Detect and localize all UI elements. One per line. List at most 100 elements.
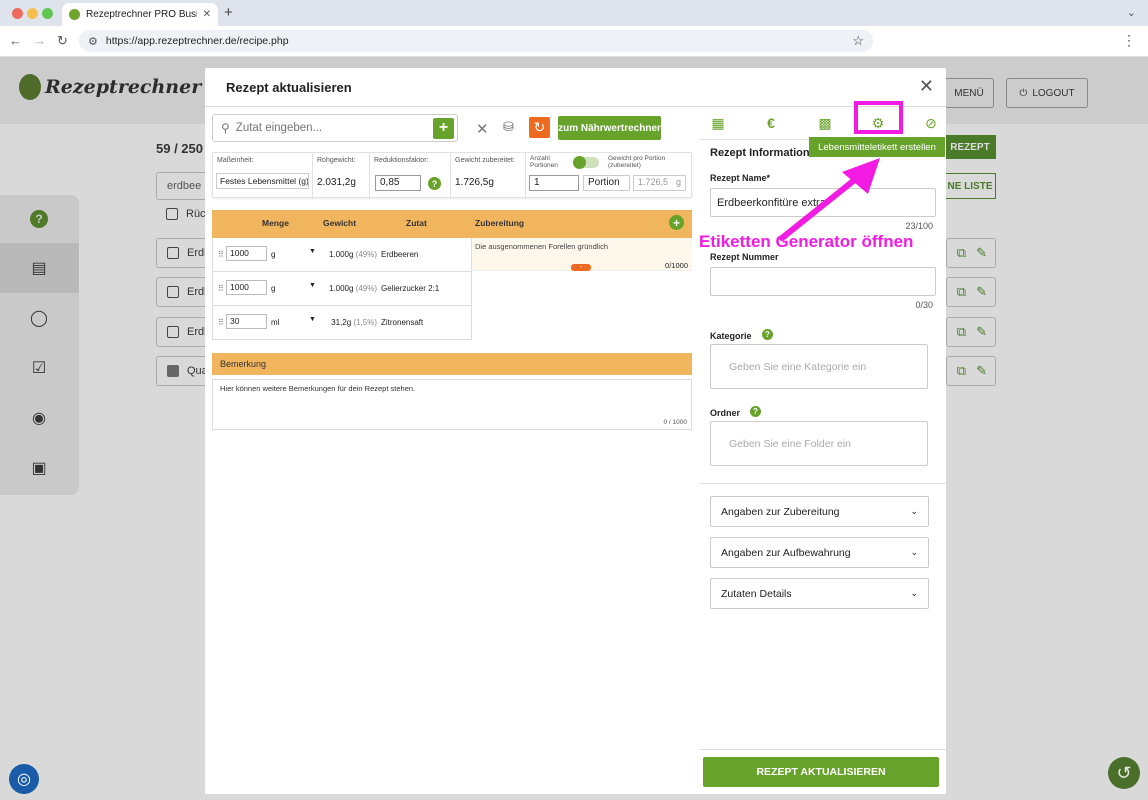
browser-tab[interactable]: Rezeptrechner PRO Business ✕ — [62, 3, 218, 26]
naehrwert-button[interactable]: zum Nährwertrechner — [558, 116, 661, 140]
unit-dropdown-icon[interactable]: ▼ — [309, 282, 316, 289]
portion-weight-value: 1.726,5 — [638, 177, 669, 187]
help-icon[interactable]: ? — [750, 406, 761, 417]
fingerprint-icon[interactable]: ◎ — [9, 764, 39, 794]
weight-percent: (49%) — [355, 284, 377, 293]
address-bar[interactable]: ⚙ https://app.rezeptrechner.de/recipe.ph… — [79, 30, 873, 52]
recipes-icon[interactable]: ▤ — [28, 257, 50, 279]
bemerkung-textarea[interactable]: Hier können weitere Bemerkungen für dein… — [212, 379, 692, 430]
reload-icon[interactable]: ↻ — [57, 33, 68, 49]
edit-icon[interactable]: ✎ — [976, 245, 987, 261]
row-checkbox[interactable] — [167, 286, 179, 298]
edit-icon[interactable]: ✎ — [976, 284, 987, 300]
new-tab-icon[interactable]: + — [224, 4, 233, 21]
unit-dropdown-icon[interactable]: ▼ — [309, 316, 316, 323]
category-label: Kategorie — [710, 331, 752, 341]
reduktion-input[interactable]: 0,85 — [375, 175, 421, 191]
row-checkbox[interactable] — [167, 247, 179, 259]
list-button[interactable]: NE LISTE — [944, 173, 996, 199]
col-gewicht: Gewicht — [323, 218, 357, 228]
ingredients-pane: ⚲ + ✕ ⛁ ↻ zum Nährwertrechner Maßeinheit… — [205, 107, 699, 794]
site-settings-icon[interactable]: ⚙ — [88, 35, 98, 48]
minimize-window-dot[interactable] — [27, 8, 38, 19]
table-row: ⠿ 1000 g ▼ 1.000g (49%) Gelierzucker 2:1 — [213, 272, 471, 306]
browser-tabbar: Rezeptrechner PRO Business ✕ + ⌄ — [0, 0, 1148, 26]
tab-allergen-icon[interactable]: ⊘ — [920, 113, 942, 133]
refresh-icon[interactable]: ↺ — [1108, 757, 1140, 789]
add-ingredient-button[interactable]: + — [433, 117, 454, 139]
weight-text: 1.000g (49%) — [325, 250, 377, 259]
database-icon[interactable]: ⛁ — [503, 119, 514, 135]
help-icon[interactable]: ? — [28, 208, 50, 230]
help-icon[interactable]: ? — [428, 177, 441, 190]
portion-toggle[interactable] — [573, 156, 599, 169]
collapse-step-button[interactable]: - — [571, 264, 591, 271]
bookmark-star-icon[interactable]: ☆ — [852, 33, 864, 49]
maximize-window-dot[interactable] — [42, 8, 53, 19]
drag-handle-icon[interactable]: ⠿ — [218, 250, 224, 259]
tab-qr-code-icon[interactable]: ▩ — [814, 113, 836, 133]
dish-icon[interactable]: ◉ — [28, 407, 50, 429]
table-row[interactable]: Erdl — [156, 238, 208, 268]
category-input[interactable]: Geben Sie eine Kategorie ein — [710, 344, 928, 389]
user-icon[interactable]: ◯ — [28, 307, 50, 329]
amount-input[interactable]: 1000 — [226, 280, 267, 295]
masseinheit-select[interactable]: Festes Lebensmittel (g) — [216, 173, 309, 189]
row-checkbox[interactable] — [167, 365, 179, 377]
ingredient-search-input[interactable] — [235, 122, 427, 134]
close-icon[interactable]: ✕ — [919, 76, 934, 97]
table-row: ⠿ 30 ml ▼ 31,2g (1,5%) Zitronensaft — [213, 306, 471, 340]
row-checkbox[interactable] — [167, 326, 179, 338]
amount-input[interactable]: 30 — [226, 314, 267, 329]
portion-unit-input[interactable]: Portion — [583, 175, 630, 191]
recipe-search-input[interactable]: erdbee — [156, 172, 208, 200]
drag-handle-icon[interactable]: ⠿ — [218, 284, 224, 293]
copy-icon[interactable]: ⧉ — [957, 324, 966, 340]
table-row[interactable]: Erdl — [156, 277, 208, 307]
clear-icon[interactable]: ✕ — [476, 120, 489, 138]
back-icon[interactable]: ← — [9, 33, 22, 48]
table-row[interactable]: Qua — [156, 356, 208, 386]
recipe-name-counter: 23/100 — [905, 221, 933, 231]
edit-icon[interactable]: ✎ — [976, 363, 987, 379]
recipe-number-input[interactable] — [710, 267, 936, 296]
edit-icon[interactable]: ✎ — [976, 324, 987, 340]
checklist-icon[interactable]: ☑ — [28, 357, 50, 379]
update-recipe-button[interactable]: REZEPT AKTUALISIEREN — [703, 757, 939, 787]
tab-list-chevron-icon[interactable]: ⌄ — [1127, 6, 1136, 19]
reset-button[interactable]: ↻ — [529, 117, 550, 138]
bemerkung-header: Bemerkung — [212, 353, 692, 375]
tab-nutrition-icon[interactable]: ▦ — [707, 113, 729, 133]
weight-text: 31,2g (1,5%) — [325, 318, 377, 327]
list-button-label: NE LISTE — [947, 180, 993, 192]
folder-input[interactable]: Geben Sie eine Folder ein — [710, 421, 928, 466]
apple-logo-icon — [19, 74, 41, 100]
menu-button[interactable]: MENÜ — [944, 78, 994, 108]
copy-icon[interactable]: ⧉ — [957, 284, 966, 300]
forward-icon[interactable]: → — [33, 33, 46, 48]
close-tab-icon[interactable]: ✕ — [203, 9, 211, 20]
tab-euro-icon[interactable]: € — [760, 113, 782, 133]
browser-menu-icon[interactable]: ⋮ — [1122, 32, 1136, 49]
select-all-checkbox[interactable] — [166, 208, 178, 220]
unit-dropdown-icon[interactable]: ▼ — [309, 248, 316, 255]
browser-tab-title: Rezeptrechner PRO Business — [86, 9, 197, 20]
logout-button[interactable]: ⏻ LOGOUT — [1006, 78, 1088, 108]
table-row[interactable]: Erdl — [156, 317, 208, 347]
add-step-button[interactable]: + — [669, 215, 684, 230]
new-feature-icon[interactable]: ▣ — [28, 457, 50, 479]
portion-weight-input[interactable]: 1.726,5 g — [633, 175, 686, 191]
new-recipe-button[interactable]: REZEPT — [944, 135, 996, 159]
anzahl-input[interactable]: 1 — [529, 175, 579, 191]
help-icon[interactable]: ? — [762, 329, 773, 340]
copy-icon[interactable]: ⧉ — [957, 245, 966, 261]
dropdown-zutaten-details[interactable]: Zutaten Details ⌄ — [710, 578, 929, 609]
drag-handle-icon[interactable]: ⠿ — [218, 318, 224, 327]
amount-input[interactable]: 1000 — [226, 246, 267, 261]
zubereitung-text: Die ausgenommenen Forellen gründlich — [475, 242, 608, 251]
browser-toolbar: ← → ↻ ⚙ https://app.rezeptrechner.de/rec… — [0, 26, 1148, 57]
dropdown-aufbewahrung[interactable]: Angaben zur Aufbewahrung ⌄ — [710, 537, 929, 568]
dropdown-zubereitung[interactable]: Angaben zur Zubereitung ⌄ — [710, 496, 929, 527]
close-window-dot[interactable] — [12, 8, 23, 19]
copy-icon[interactable]: ⧉ — [957, 363, 966, 379]
